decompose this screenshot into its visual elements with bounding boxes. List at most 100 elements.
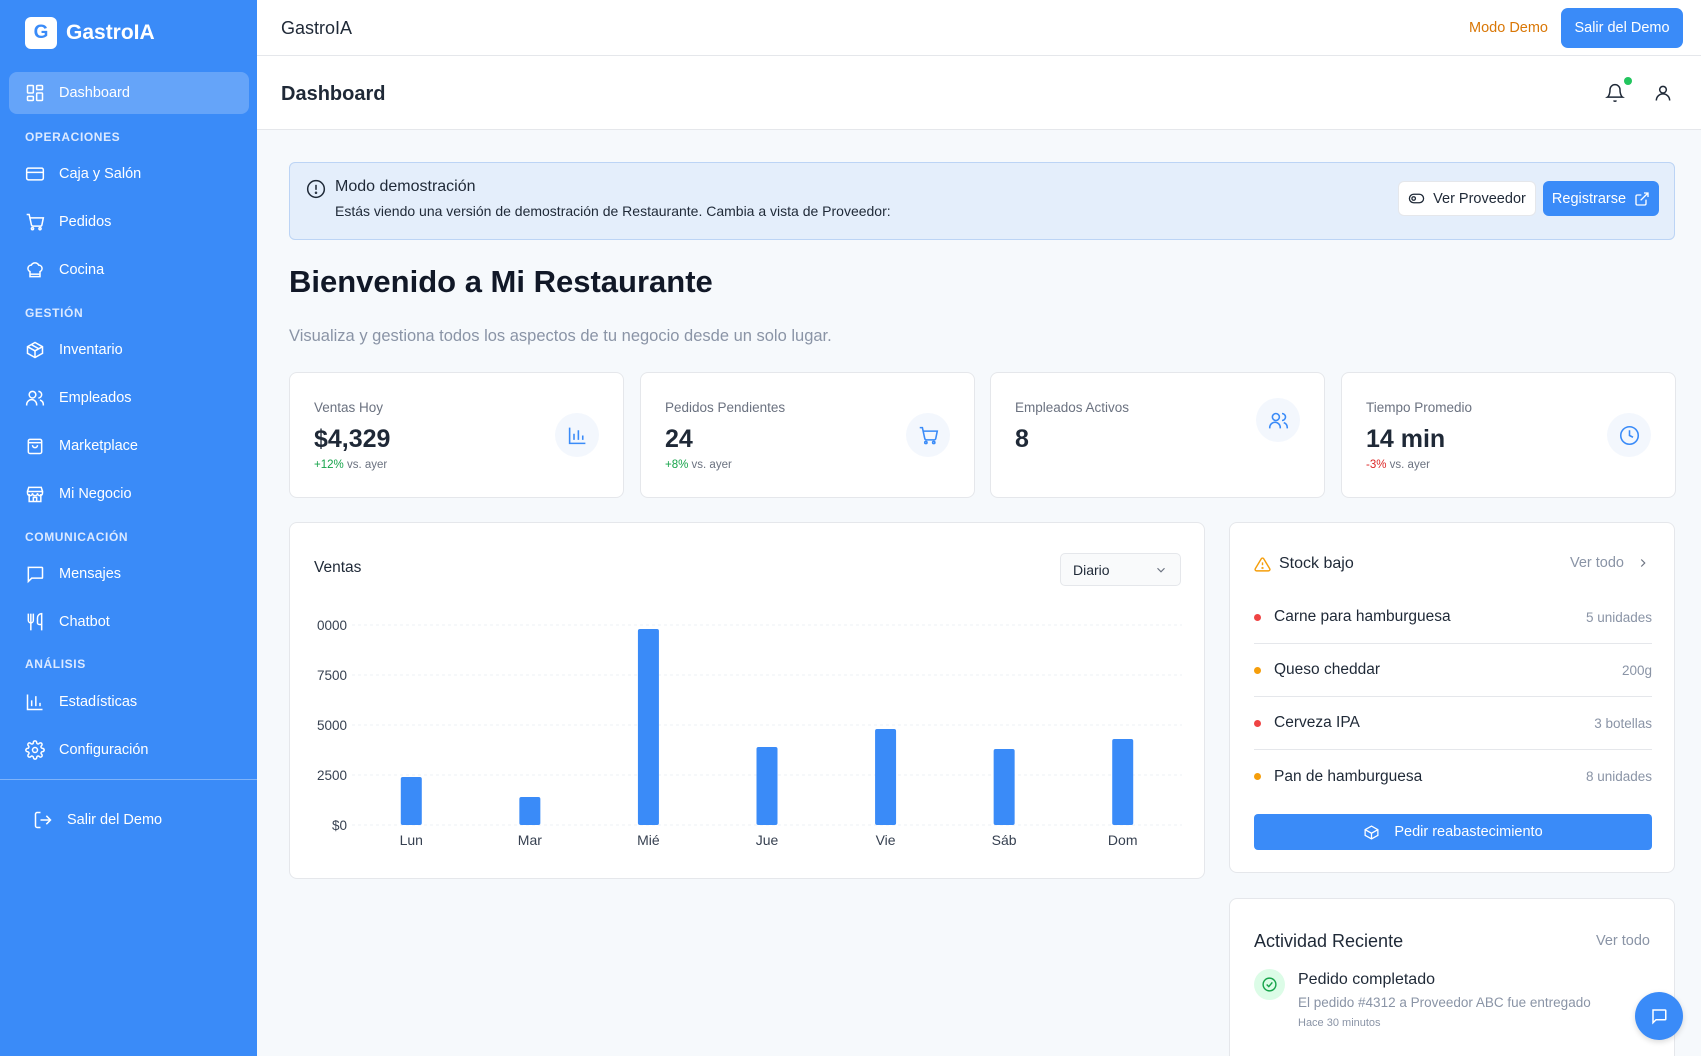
chart-bar[interactable]	[993, 749, 1015, 825]
sidebar-item-negocio[interactable]: Mi Negocio	[9, 473, 249, 515]
section-comunicacion: COMUNICACIÓN	[25, 530, 129, 544]
restock-button[interactable]: Pedir reabastecimiento	[1254, 814, 1652, 850]
stock-item-name: Pan de hamburguesa	[1274, 767, 1423, 785]
message-icon	[27, 566, 44, 584]
sidebar-item-chatbot[interactable]: Chatbot	[9, 601, 249, 643]
stat-value: 24	[665, 425, 693, 453]
cart-icon	[919, 426, 938, 444]
clock-icon	[1619, 425, 1639, 445]
y-tick-label: 5000	[317, 718, 347, 733]
activity-status-icon-wrap	[1254, 969, 1285, 1000]
sidebar-item-label: Inventario	[59, 342, 123, 358]
sidebar-item-cocina[interactable]: Cocina	[9, 249, 249, 291]
y-tick-label: 7500	[317, 668, 347, 683]
sidebar-item-marketplace[interactable]: Marketplace	[9, 425, 249, 467]
status-dot	[1254, 666, 1261, 674]
toggle-icon	[1408, 193, 1425, 204]
chart-bar[interactable]	[756, 747, 778, 825]
stock-header: Stock bajo	[1254, 555, 1354, 573]
alert-circle-icon	[306, 179, 326, 199]
stat-label: Empleados Activos	[1015, 400, 1130, 415]
sidebar-item-empleados[interactable]: Empleados	[9, 377, 249, 419]
activity-item-time: Hace 30 minutos	[1298, 1017, 1381, 1029]
demo-mode-label: Modo Demo	[1469, 20, 1548, 36]
sidebar-exit-demo[interactable]: Salir del Demo	[17, 799, 249, 841]
sidebar-item-label: Cocina	[59, 262, 105, 278]
brand-logo: G	[25, 17, 57, 49]
stat-icon-wrap	[1607, 413, 1651, 457]
stat-card-avg-time[interactable]: Tiempo Promedio 14 min -3% vs. ayer	[1341, 372, 1676, 498]
sidebar-item-inventario[interactable]: Inventario	[9, 329, 249, 371]
chart-bar[interactable]	[400, 777, 422, 825]
package-icon	[1364, 824, 1379, 840]
y-tick-label: 0000	[317, 618, 347, 633]
sidebar-item-label: Mi Negocio	[59, 486, 132, 502]
stat-card-employees[interactable]: Empleados Activos 8	[990, 372, 1325, 498]
package-icon	[26, 341, 44, 359]
recent-activity-card: Actividad Reciente Ver todo Pedido compl…	[1229, 898, 1675, 1056]
stock-row[interactable]: Cerveza IPA 3 botellas	[1254, 697, 1652, 750]
status-dot	[1254, 719, 1261, 727]
sidebar-item-caja[interactable]: Caja y Salón	[9, 153, 249, 195]
sidebar-divider	[0, 779, 257, 780]
external-link-icon	[1635, 191, 1649, 206]
chart-bar[interactable]	[519, 797, 541, 825]
topbar: GastroIA Modo Demo Salir del Demo	[257, 0, 1701, 56]
chevron-right-icon	[1640, 559, 1646, 567]
users-icon	[1268, 412, 1288, 428]
view-supplier-label: Ver Proveedor	[1433, 190, 1526, 207]
stock-item-name: Queso cheddar	[1274, 661, 1380, 678]
chart-bar[interactable]	[637, 629, 659, 825]
chart-bar[interactable]	[875, 729, 897, 825]
sidebar-item-label: Dashboard	[59, 85, 130, 101]
user-icon[interactable]	[1653, 83, 1673, 103]
status-dot	[1254, 773, 1261, 780]
chef-hat-icon	[27, 262, 43, 278]
brand-name: GastroIA	[66, 21, 155, 44]
brand[interactable]: G GastroIA	[25, 17, 155, 49]
sidebar-item-label: Estadísticas	[59, 694, 138, 710]
chat-button[interactable]	[1635, 992, 1683, 1040]
sidebar-item-label: Mensajes	[59, 566, 122, 582]
stat-card-sales[interactable]: Ventas Hoy $4,329 +12% vs. ayer	[289, 372, 624, 498]
low-stock-card: Stock bajo Ver todo Carne para hamburgue…	[1229, 522, 1675, 873]
stat-label: Tiempo Promedio	[1366, 400, 1473, 415]
logout-icon	[34, 811, 52, 829]
bell-icon[interactable]	[1605, 83, 1625, 103]
topbar-title: GastroIA	[281, 18, 353, 38]
stat-value: $4,329	[314, 425, 391, 453]
stock-see-all-link[interactable]: Ver todo	[1570, 555, 1650, 571]
sidebar-item-estadisticas[interactable]: Estadísticas	[9, 681, 249, 723]
y-tick-label: 2500	[317, 768, 347, 783]
stock-row[interactable]: Pan de hamburguesa 8 unidades	[1254, 750, 1652, 803]
sidebar-item-label: Configuración	[59, 742, 149, 758]
check-circle-icon	[1262, 977, 1277, 992]
y-tick-label: $0	[332, 818, 347, 833]
stock-item-name: Carne para hamburguesa	[1274, 608, 1451, 625]
credit-card-icon	[25, 167, 45, 181]
sidebar-item-mensajes[interactable]: Mensajes	[9, 553, 249, 595]
stat-trend: +8% vs. ayer	[665, 459, 732, 471]
see-all-label: Ver todo	[1569, 555, 1624, 571]
register-button[interactable]: Registrarse	[1543, 181, 1659, 216]
stock-item-qty: 8 unidades	[1585, 769, 1652, 784]
sales-card: Ventas Diario $0 2500 5000 7500 0000 Lun Mar Mi…	[289, 522, 1205, 879]
chart-bar[interactable]	[1112, 739, 1134, 825]
warning-icon	[1254, 556, 1271, 572]
stat-card-orders[interactable]: Pedidos Pendientes 24 +8% vs. ayer	[640, 372, 975, 498]
stock-row[interactable]: Carne para hamburguesa 5 unidades	[1254, 591, 1652, 644]
view-supplier-button[interactable]: Ver Proveedor	[1398, 181, 1536, 216]
sidebar-item-configuracion[interactable]: Configuración	[9, 729, 249, 771]
activity-title: Actividad Reciente	[1254, 931, 1404, 951]
stock-row[interactable]: Queso cheddar 200g	[1254, 644, 1652, 697]
bar-chart-icon	[568, 427, 585, 444]
dashboard-icon	[26, 84, 44, 102]
sidebar-item-label: Pedidos	[59, 214, 112, 230]
sidebar-item-dashboard[interactable]: Dashboard	[9, 72, 249, 114]
exit-demo-button[interactable]: Salir del Demo	[1561, 8, 1683, 48]
utensils-icon	[27, 612, 43, 631]
bar-chart-icon	[26, 694, 43, 711]
trend-suffix: vs. ayer	[1389, 459, 1430, 471]
activity-see-all-link[interactable]: Ver todo	[1596, 933, 1650, 949]
sidebar-item-pedidos[interactable]: Pedidos	[9, 201, 249, 243]
